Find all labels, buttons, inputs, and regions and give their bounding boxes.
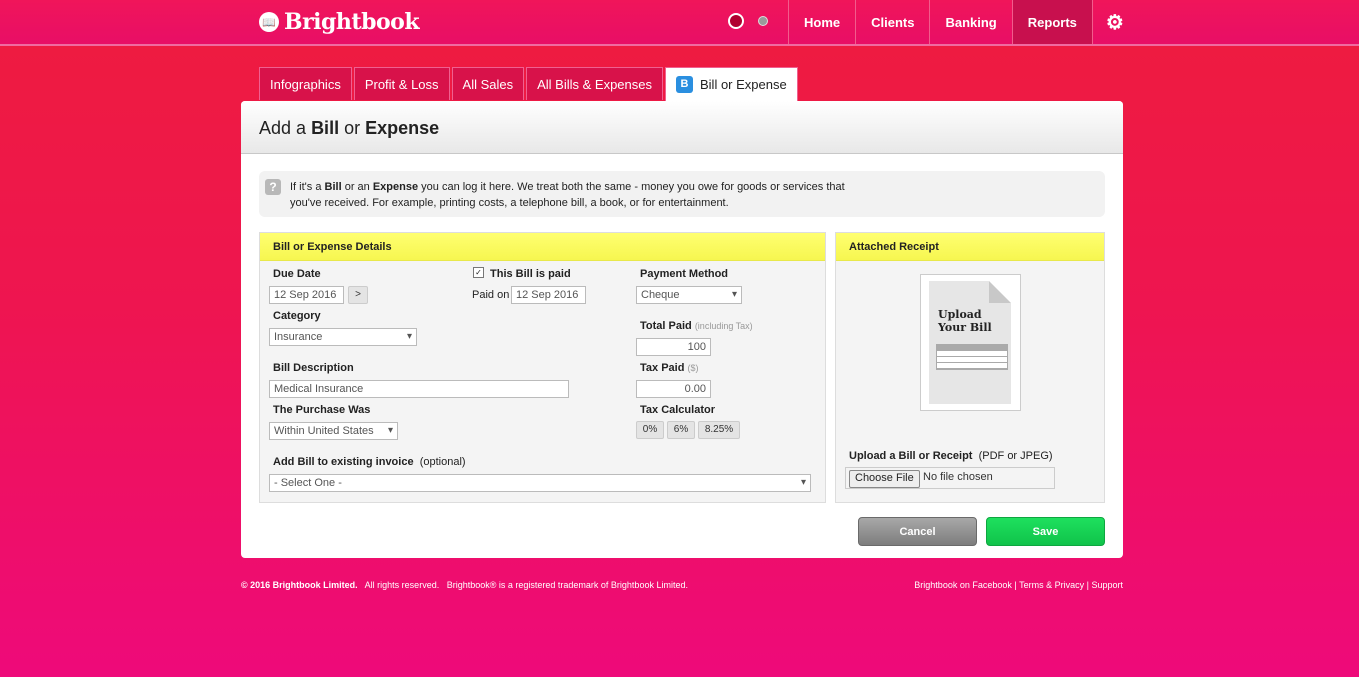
description-input[interactable]: Medical Insurance (269, 380, 569, 398)
upload-label: Upload a Bill or Receipt (PDF or JPEG) (849, 450, 1053, 462)
footer-copyright: © 2016 Brightbook Limited. All rights re… (241, 580, 688, 590)
brightbook-logo[interactable]: 📖 Brightbook (259, 8, 420, 36)
description-label: Bill Description (273, 362, 354, 374)
bill-details-box: Bill or Expense Details Due Date 12 Sep … (259, 232, 826, 503)
tax-rate-825-button[interactable]: 8.25% (698, 421, 740, 439)
help-icon: ? (265, 179, 281, 195)
paid-label: This Bill is paid (490, 268, 571, 280)
due-date-next-button[interactable]: > (348, 286, 368, 304)
status-dot-icon[interactable] (758, 16, 768, 26)
paid-on-label: Paid on (472, 289, 510, 301)
logo-text: Brightbook (284, 9, 420, 35)
category-label: Category (273, 310, 321, 322)
settings-gear-icon[interactable]: ⚙ (1091, 0, 1137, 44)
invoice-select[interactable]: - Select One - (269, 474, 811, 492)
cancel-button[interactable]: Cancel (858, 517, 977, 546)
invoice-label: Add Bill to existing invoice (optional) (273, 456, 466, 468)
tax-paid-label: Tax Paid ($) (640, 362, 699, 374)
total-paid-input[interactable]: 100 (636, 338, 711, 356)
purchase-select[interactable]: Within United States (269, 422, 398, 440)
purchase-label: The Purchase Was (273, 404, 371, 416)
tax-rate-6-button[interactable]: 6% (667, 421, 695, 439)
bill-form-panel: Add a Bill or Expense ? If it's a Bill o… (241, 101, 1123, 558)
panel-header: Add a Bill or Expense (241, 101, 1123, 154)
choose-file-button[interactable]: Choose File (849, 470, 920, 488)
top-bar: 📖 Brightbook Home Clients Banking Report… (0, 0, 1359, 46)
tab-all-bills-expenses[interactable]: All Bills & Expenses (526, 67, 663, 100)
logo-icon: 📖 (259, 12, 279, 32)
category-select[interactable]: Insurance (269, 328, 417, 346)
tab-profit-loss[interactable]: Profit & Loss (353, 67, 450, 100)
document-icon: Upload Your Bill (929, 281, 1011, 404)
attached-receipt-heading: Attached Receipt (836, 233, 1104, 261)
tab-bill-or-expense[interactable]: B Bill or Expense (665, 67, 798, 101)
terms-link[interactable]: Terms & Privacy (1019, 580, 1084, 590)
facebook-link[interactable]: Brightbook on Facebook (914, 580, 1012, 590)
page-title: Add a Bill or Expense (259, 118, 440, 138)
report-tabs: Infographics Profit & Loss All Sales All… (259, 67, 800, 101)
total-paid-label: Total Paid (including Tax) (640, 320, 753, 332)
bill-details-heading: Bill or Expense Details (260, 233, 825, 261)
due-date-label: Due Date (273, 268, 321, 280)
status-indicator-icon[interactable] (728, 13, 744, 29)
tax-rate-0-button[interactable]: 0% (636, 421, 664, 439)
attached-receipt-box: Attached Receipt Upload Your Bill Upload… (835, 232, 1105, 503)
payment-method-label: Payment Method (640, 268, 729, 280)
upload-bill-placeholder[interactable]: Upload Your Bill (920, 274, 1021, 411)
bill-icon: B (676, 76, 693, 93)
nav-home[interactable]: Home (788, 0, 855, 44)
info-text: If it's a Bill or an Expense you can log… (290, 181, 845, 209)
paid-checkbox[interactable]: ✓ (473, 267, 484, 278)
save-button[interactable]: Save (986, 517, 1105, 546)
nav-clients[interactable]: Clients (855, 0, 929, 44)
file-input[interactable]: Choose File No file chosen (845, 467, 1055, 489)
due-date-input[interactable]: 12 Sep 2016 (269, 286, 344, 304)
payment-method-select[interactable]: Cheque (636, 286, 742, 304)
info-box: ? If it's a Bill or an Expense you can l… (259, 171, 1105, 217)
tab-infographics[interactable]: Infographics (259, 67, 352, 100)
footer-links: Brightbook on Facebook | Terms & Privacy… (914, 580, 1123, 590)
nav-banking[interactable]: Banking (929, 0, 1011, 44)
main-nav: Home Clients Banking Reports ⚙ (788, 0, 1137, 44)
support-link[interactable]: Support (1091, 580, 1123, 590)
nav-reports[interactable]: Reports (1011, 0, 1092, 44)
tax-paid-input[interactable]: 0.00 (636, 380, 711, 398)
file-status: No file chosen (923, 471, 993, 483)
paid-on-input[interactable]: 12 Sep 2016 (511, 286, 586, 304)
tab-all-sales[interactable]: All Sales (451, 67, 525, 100)
tab-bill-or-expense-label: Bill or Expense (700, 76, 787, 92)
tax-calculator-label: Tax Calculator (640, 404, 715, 416)
